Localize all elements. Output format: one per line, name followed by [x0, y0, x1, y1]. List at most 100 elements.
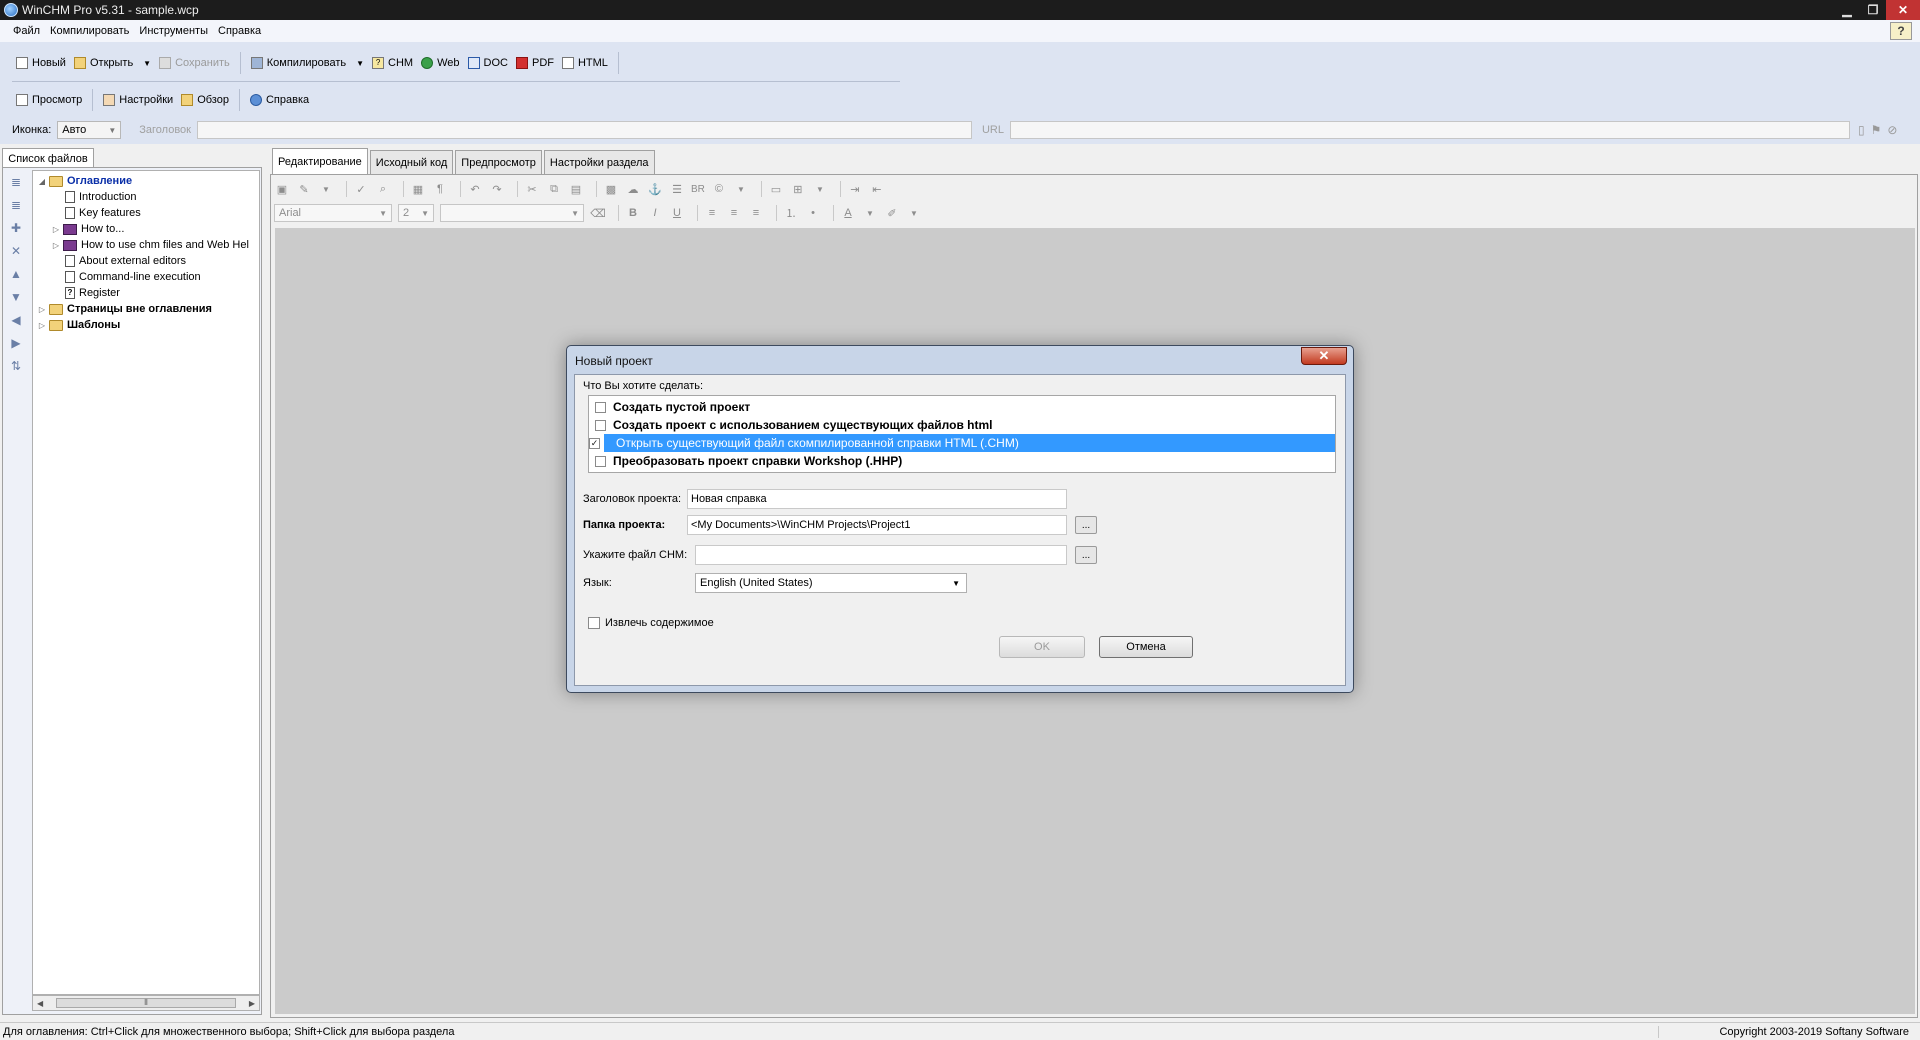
add-icon[interactable]: ✚: [9, 221, 23, 235]
checkbox[interactable]: [595, 455, 606, 467]
copy-icon[interactable]: ⧉: [546, 181, 562, 197]
link-icon[interactable]: ☁: [625, 181, 641, 197]
anchor-icon[interactable]: ⚓: [647, 181, 663, 197]
chevron-down-icon[interactable]: ▼: [733, 181, 749, 197]
tree-node[interactable]: Key features: [33, 205, 259, 221]
tree-node[interactable]: ▷ How to use chm files and Web Hel: [33, 237, 259, 253]
chevron-down-icon[interactable]: ▼: [906, 205, 922, 221]
action-option[interactable]: Создать проект с использованием существу…: [589, 416, 1335, 434]
expand-arrow-icon[interactable]: ▷: [37, 321, 47, 330]
font-size-select[interactable]: 2 ▼: [398, 204, 434, 222]
bold-icon[interactable]: B: [625, 205, 641, 221]
checkbox[interactable]: ✓: [589, 437, 600, 449]
clear-icon[interactable]: ⊘: [1887, 123, 1897, 137]
chevron-down-icon[interactable]: ▼: [812, 181, 828, 197]
indent-icon[interactable]: ⇥: [847, 181, 863, 197]
tab-topic-settings[interactable]: Настройки раздела: [543, 150, 655, 174]
compile-button[interactable]: Компилировать ▼: [247, 52, 368, 74]
bookmark-icon[interactable]: ⚑: [1871, 123, 1882, 137]
project-folder-browse-button[interactable]: ...: [1075, 516, 1097, 534]
tree-node[interactable]: ▷ How to...: [33, 221, 259, 237]
clear-format-icon[interactable]: ⌫: [590, 205, 606, 221]
doc-button[interactable]: DOC: [464, 52, 512, 74]
chm-file-browse-button[interactable]: ...: [1075, 546, 1097, 564]
paragraph-icon[interactable]: ¶: [432, 181, 448, 197]
help-topics-icon[interactable]: ?: [1890, 22, 1912, 40]
tab-editing[interactable]: Редактирование: [272, 148, 368, 174]
chm-button[interactable]: ? CHM: [368, 52, 417, 74]
chm-file-input[interactable]: [695, 545, 1067, 565]
browse-button[interactable]: Обзор: [177, 89, 233, 111]
save-button[interactable]: Сохранить: [155, 52, 234, 74]
highlight-icon[interactable]: ✐: [884, 205, 900, 221]
action-option[interactable]: Создать пустой проект: [589, 398, 1335, 416]
restore-button[interactable]: ❐: [1860, 0, 1886, 20]
expand-arrow-icon[interactable]: ▷: [37, 305, 47, 314]
move-down-icon[interactable]: ▼: [9, 290, 23, 304]
chevron-down-icon[interactable]: ▼: [318, 181, 334, 197]
settings-button[interactable]: Настройки: [99, 89, 177, 111]
chevron-down-icon[interactable]: ▼: [356, 59, 364, 68]
move-up-icon[interactable]: ▲: [9, 267, 23, 281]
new-button[interactable]: Новый: [12, 52, 70, 74]
preview-button[interactable]: Просмотр: [12, 89, 86, 111]
icon-select[interactable]: Авто ▼: [57, 121, 122, 139]
italic-icon[interactable]: I: [647, 205, 663, 221]
form-icon[interactable]: ▭: [768, 181, 784, 197]
sort-icon[interactable]: ⇅: [9, 359, 23, 373]
menu-tools[interactable]: Инструменты: [134, 25, 213, 37]
save-icon[interactable]: ▣: [274, 181, 290, 197]
pdf-button[interactable]: PDF: [512, 52, 558, 74]
chevron-down-icon[interactable]: ▼: [862, 205, 878, 221]
redo-icon[interactable]: ↷: [489, 181, 505, 197]
checkbox[interactable]: [588, 617, 600, 629]
align-right-icon[interactable]: ≡: [748, 205, 764, 221]
list-icon[interactable]: ☰: [669, 181, 685, 197]
move-left-icon[interactable]: ◀: [9, 313, 23, 327]
tree-horizontal-scrollbar[interactable]: ◀ ⦀ ▶: [32, 995, 260, 1011]
page-icon[interactable]: ▯: [1858, 123, 1865, 137]
open-button[interactable]: Открыть ▼: [70, 52, 155, 74]
underline-icon[interactable]: U: [669, 205, 685, 221]
tree-node[interactable]: Introduction: [33, 189, 259, 205]
tab-source[interactable]: Исходный код: [369, 150, 454, 174]
menu-help[interactable]: Справка: [213, 25, 266, 37]
checkbox[interactable]: [595, 401, 606, 413]
ok-button[interactable]: OK: [999, 636, 1085, 658]
language-select[interactable]: English (United States) ▼: [695, 573, 967, 593]
line-break-icon[interactable]: BR: [691, 181, 705, 197]
url-input[interactable]: [1010, 121, 1850, 139]
find-icon[interactable]: ⌕: [375, 181, 391, 197]
chevron-down-icon[interactable]: ▼: [143, 59, 151, 68]
action-option[interactable]: Преобразовать проект справки Workshop (.…: [589, 452, 1335, 470]
tree-node[interactable]: ◢ Оглавление: [33, 173, 259, 189]
expand-arrow-icon[interactable]: ◢: [37, 177, 47, 186]
html-button[interactable]: HTML: [558, 52, 612, 74]
delete-icon[interactable]: ✕: [9, 244, 23, 258]
tab-preview[interactable]: Предпросмотр: [455, 150, 542, 174]
add-subtopic-icon[interactable]: ≣: [9, 198, 23, 212]
add-topic-icon[interactable]: ≣: [9, 175, 23, 189]
font-color-icon[interactable]: A: [840, 205, 856, 221]
bullet-list-icon[interactable]: •: [805, 205, 821, 221]
align-left-icon[interactable]: ≡: [704, 205, 720, 221]
font-family-select[interactable]: Arial ▼: [274, 204, 392, 222]
scroll-left-icon[interactable]: ◀: [37, 999, 43, 1008]
outdent-icon[interactable]: ⇤: [869, 181, 885, 197]
expand-arrow-icon[interactable]: ▷: [51, 225, 61, 234]
cut-icon[interactable]: ✂: [524, 181, 540, 197]
tree-node[interactable]: ▷ Шаблоны: [33, 317, 259, 333]
menu-file[interactable]: Файл: [8, 25, 45, 37]
expand-arrow-icon[interactable]: ▷: [51, 241, 61, 250]
extract-contents-checkbox[interactable]: Извлечь содержимое: [588, 617, 714, 629]
tree-node[interactable]: ? Register: [33, 285, 259, 301]
edit-icon[interactable]: ✎: [296, 181, 312, 197]
topic-title-input[interactable]: [196, 121, 972, 139]
symbol-icon[interactable]: ©: [711, 181, 727, 197]
style-select[interactable]: ▼: [440, 204, 584, 222]
image-icon[interactable]: ▩: [603, 181, 619, 197]
minimize-button[interactable]: ▁: [1834, 0, 1860, 20]
tree-node[interactable]: ▷ Страницы вне оглавления: [33, 301, 259, 317]
project-title-input[interactable]: Новая справка: [687, 489, 1067, 509]
cancel-button[interactable]: Отмена: [1099, 636, 1193, 658]
